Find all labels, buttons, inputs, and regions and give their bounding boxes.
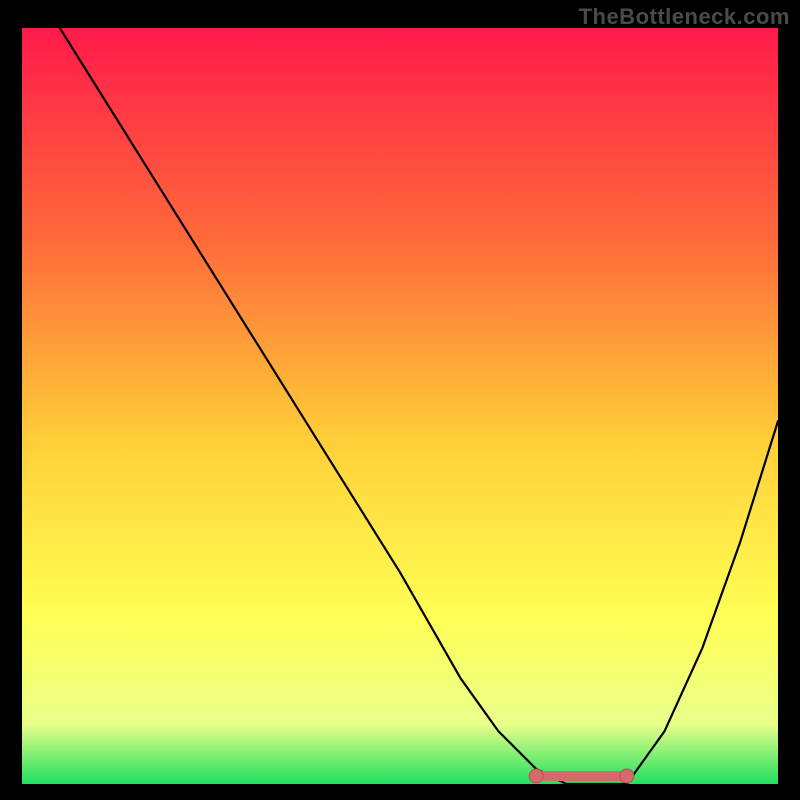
marker-flat-end: [620, 769, 634, 783]
plot-area: [22, 28, 778, 784]
gradient-background: [22, 28, 778, 784]
marker-flat-start: [529, 769, 543, 783]
chart-frame: TheBottleneck.com: [0, 0, 800, 800]
watermark-text: TheBottleneck.com: [579, 4, 790, 30]
chart-svg: [22, 28, 778, 784]
